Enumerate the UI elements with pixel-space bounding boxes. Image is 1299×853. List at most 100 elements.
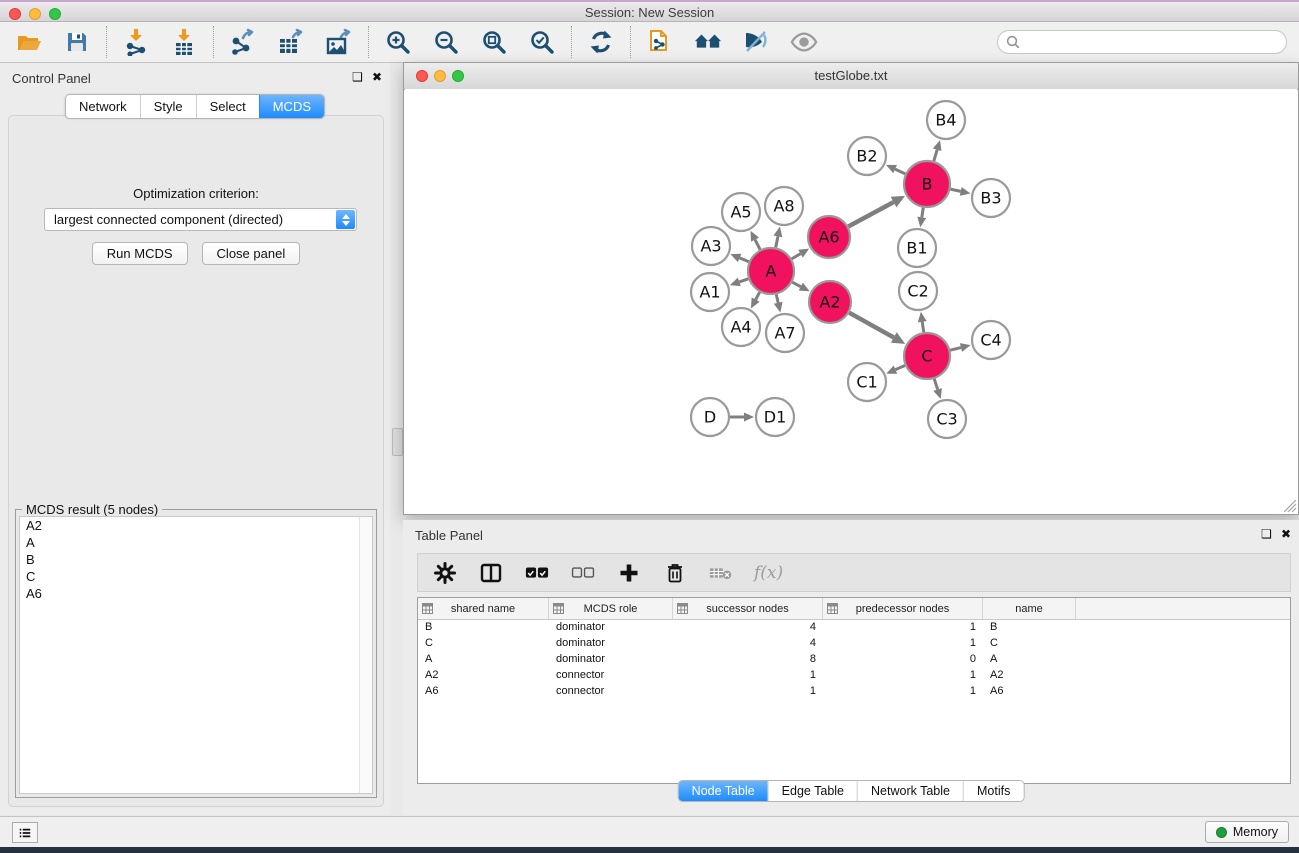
edge-A-A7[interactable] [774,294,783,312]
deselect-all-button[interactable] [570,560,596,586]
node-A4[interactable]: A4 [722,308,760,346]
table-cell[interactable]: 1 [673,684,823,700]
search-input[interactable] [997,30,1287,54]
delete-column-button[interactable] [662,560,688,586]
node-C2[interactable]: C2 [899,272,937,310]
tab-style[interactable]: Style [140,95,196,118]
zoom-out-button[interactable] [431,27,461,57]
node-B2[interactable]: B2 [848,137,886,175]
table-cell[interactable]: dominator [549,636,673,652]
close-panel-icon[interactable]: ✖ [1281,527,1291,541]
edge-A6-B[interactable] [848,196,905,227]
edge-C-C4[interactable] [950,343,970,352]
result-list-item[interactable]: A2 [20,517,372,534]
import-network-button[interactable] [121,27,151,57]
table-cell[interactable]: B [983,620,1076,636]
node-D1[interactable]: D1 [756,398,794,436]
edge-B-B4[interactable] [933,140,942,161]
table-cell[interactable]: A6 [983,684,1076,700]
edge-D-D1[interactable] [730,413,754,422]
float-panel-icon[interactable]: ❑ [352,70,363,84]
edge-C-C1[interactable] [886,366,905,374]
node-B[interactable]: B [904,161,950,207]
edge-A2-C[interactable] [849,313,905,344]
panel-split-grip[interactable] [392,428,403,456]
table-cell[interactable]: A2 [418,668,549,684]
export-table-button[interactable] [276,27,306,57]
table-cell[interactable]: A6 [418,684,549,700]
node-A[interactable]: A [748,248,794,294]
table-cell[interactable]: C [418,636,549,652]
tab-network-table[interactable]: Network Table [857,781,963,801]
function-builder-button[interactable]: f(x) [754,563,783,583]
edge-A-A5[interactable] [751,231,761,250]
node-C3[interactable]: C3 [928,400,966,438]
table-cell[interactable]: A [418,652,549,668]
column-header-MCDS-role[interactable]: MCDS role [549,598,673,619]
window-resize-grip[interactable] [1284,500,1297,513]
network-window-titlebar[interactable]: testGlobe.txt [404,63,1298,90]
result-list-item[interactable]: A [20,534,372,551]
node-B1[interactable]: B1 [898,229,936,267]
table-cell[interactable]: connector [549,684,673,700]
edge-B-B1[interactable] [917,208,926,228]
node-A2[interactable]: A2 [809,281,851,323]
node-C1[interactable]: C1 [848,363,886,401]
optimization-criterion-select[interactable]: largest connected component (directed) [44,208,357,231]
eye-button[interactable] [789,27,819,57]
edge-A-A2[interactable] [792,282,809,291]
column-header-successor-nodes[interactable]: successor nodes [673,598,823,619]
node-C[interactable]: C [904,333,950,379]
table-settings-button[interactable] [432,560,458,586]
edge-C-C2[interactable] [918,312,927,332]
table-cell[interactable]: 8 [673,652,823,668]
table-cell[interactable]: 1 [823,684,983,700]
result-scrollbar[interactable] [359,517,372,793]
graphics-details-button[interactable] [741,27,771,57]
memory-button[interactable]: Memory [1205,821,1289,843]
tab-mcds[interactable]: MCDS [259,95,324,118]
node-A7[interactable]: A7 [766,314,804,352]
edge-A-A1[interactable] [730,278,748,287]
node-A3[interactable]: A3 [692,227,730,265]
column-header-shared-name[interactable]: shared name [418,598,549,619]
select-all-button[interactable] [524,560,550,586]
edge-B-B2[interactable] [886,165,905,174]
zoom-fit-button[interactable] [479,27,509,57]
node-A5[interactable]: A5 [722,193,760,231]
node-B3[interactable]: B3 [972,179,1010,217]
tab-motifs[interactable]: Motifs [963,781,1023,801]
create-column-button[interactable] [616,560,642,586]
open-session-button[interactable] [14,27,44,57]
table-cell[interactable]: A2 [983,668,1076,684]
tab-edge-table[interactable]: Edge Table [768,781,857,801]
table-cell[interactable]: C [983,636,1076,652]
node-B4[interactable]: B4 [927,101,965,139]
tab-node-table[interactable]: Node Table [679,781,768,801]
export-image-button[interactable] [324,27,354,57]
table-cell[interactable]: 1 [823,668,983,684]
table-cell[interactable]: 1 [823,620,983,636]
table-row[interactable]: Cdominator41C [418,636,1290,652]
float-panel-icon[interactable]: ❑ [1261,527,1272,541]
result-list-item[interactable]: A6 [20,585,372,602]
node-A1[interactable]: A1 [691,273,729,311]
edge-A-A6[interactable] [792,249,809,259]
edge-A-A8[interactable] [774,227,783,248]
column-header-name[interactable]: name [983,598,1076,619]
refresh-layout-button[interactable] [586,27,616,57]
table-cell[interactable]: 1 [673,668,823,684]
table-cell[interactable]: dominator [549,620,673,636]
table-cell[interactable]: 4 [673,620,823,636]
show-column-button[interactable] [478,560,504,586]
table-row[interactable]: Bdominator41B [418,620,1290,636]
delete-table-button[interactable] [708,560,734,586]
node-D[interactable]: D [691,398,729,436]
node-C4[interactable]: C4 [972,321,1010,359]
close-panel-icon[interactable]: ✖ [372,70,382,84]
export-network-button[interactable] [228,27,258,57]
edge-A-A4[interactable] [751,292,760,308]
run-mcds-button[interactable]: Run MCDS [92,242,188,265]
zoom-selected-button[interactable] [527,27,557,57]
node-A6[interactable]: A6 [808,216,850,258]
